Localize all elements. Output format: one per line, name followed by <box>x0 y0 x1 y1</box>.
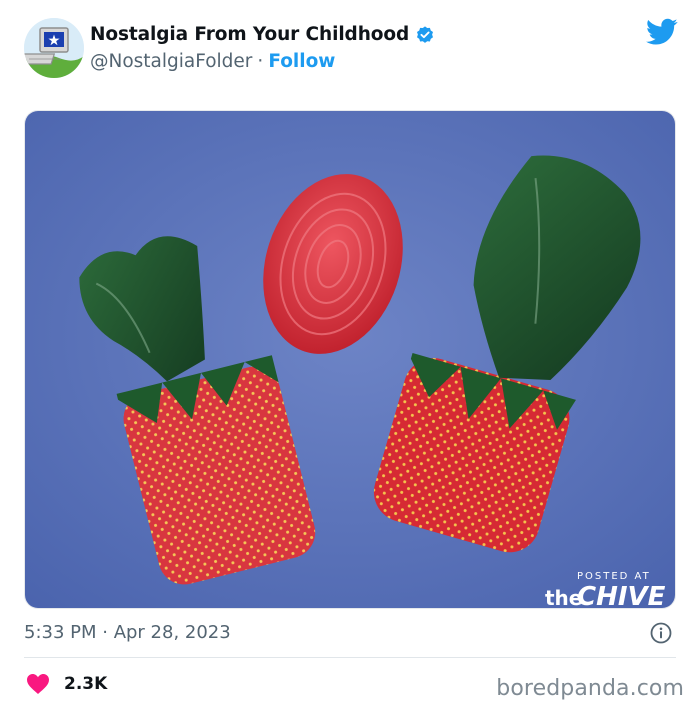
tweet-timestamp[interactable]: 5:33 PM · Apr 28, 2023 <box>24 622 231 643</box>
watermark-chive: CHIVE <box>577 582 666 609</box>
verified-badge-icon <box>415 25 435 45</box>
divider <box>24 657 676 658</box>
watermark-posted-at: POSTED AT <box>577 571 651 582</box>
handle-row: @NostalgiaFolder · Follow <box>90 51 335 72</box>
tweet-header: Nostalgia From Your Childhood @Nostalgia… <box>24 18 684 82</box>
follow-button[interactable]: Follow <box>268 51 335 72</box>
source-watermark: boredpanda.com <box>496 676 684 701</box>
name-row: Nostalgia From Your Childhood <box>90 24 435 45</box>
avatar[interactable] <box>24 18 84 78</box>
handle[interactable]: @NostalgiaFolder <box>90 51 252 72</box>
heart-icon[interactable] <box>26 673 50 695</box>
info-icon[interactable] <box>650 622 672 644</box>
like-count[interactable]: 2.3K <box>64 674 107 694</box>
display-name[interactable]: Nostalgia From Your Childhood <box>90 24 409 45</box>
twitter-bird-icon[interactable] <box>646 18 678 46</box>
separator-dot: · <box>257 51 264 72</box>
tweet-photo[interactable]: POSTED AT the CHIVE <box>24 110 676 609</box>
